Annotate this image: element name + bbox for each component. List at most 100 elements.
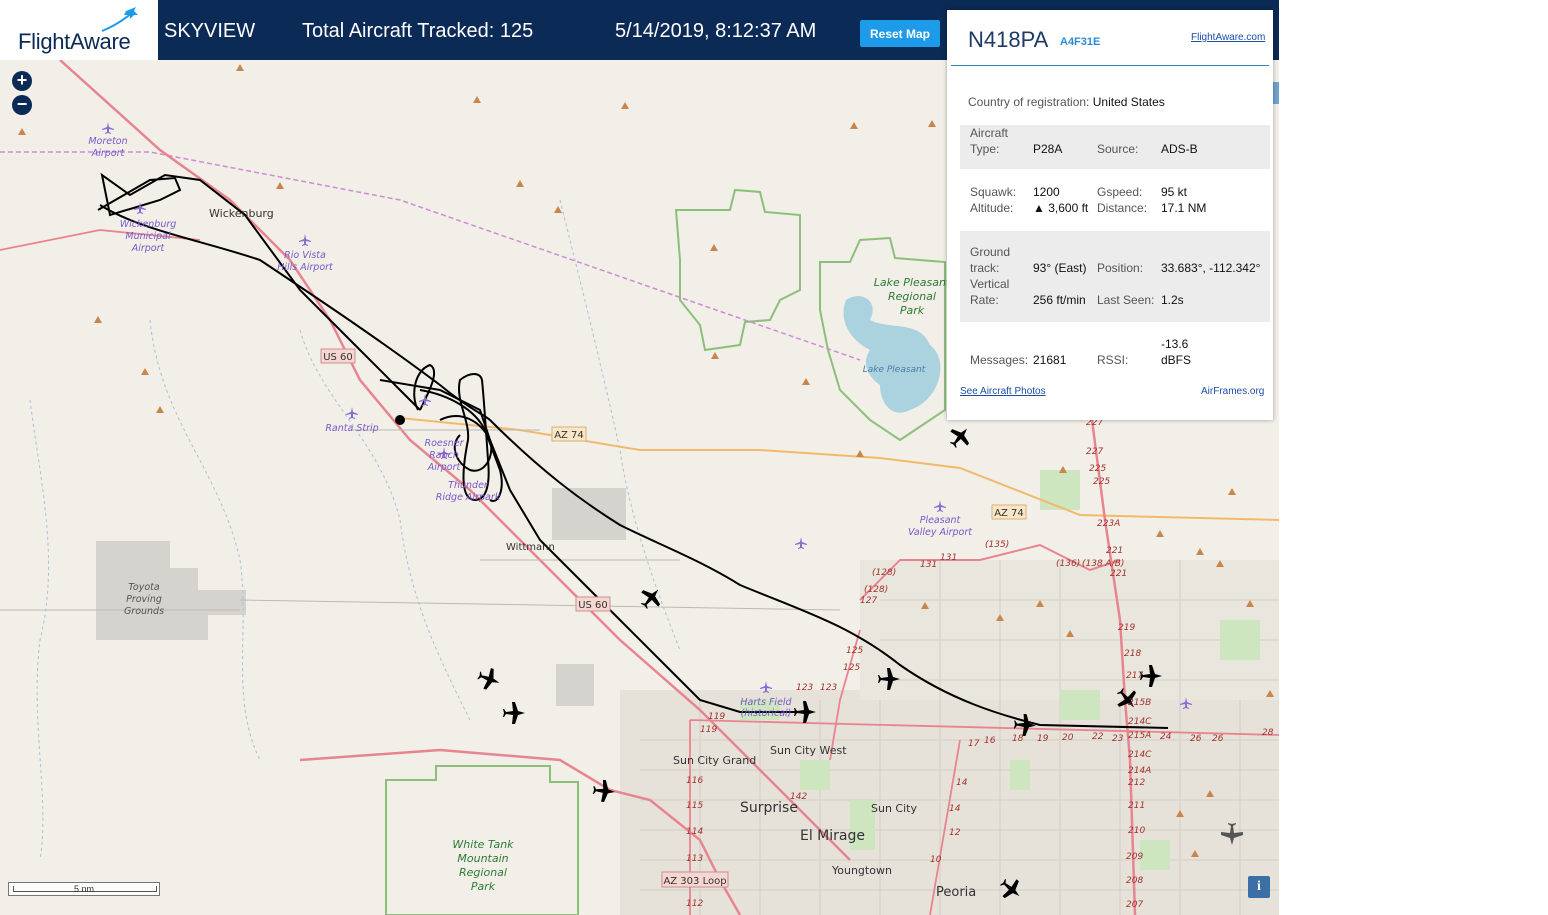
place-sun-city: Sun City: [871, 802, 917, 815]
place-wittmann: Wittmann: [506, 542, 555, 553]
svg-text:24: 24: [1160, 732, 1172, 742]
svg-text:119: 119: [708, 712, 725, 722]
scale-bar: 5 nm: [8, 882, 160, 896]
altitude-label: Altitude:: [970, 201, 1014, 215]
svg-text:119: 119: [700, 725, 717, 735]
lake-pleasant-park-label: Lake Pleasant Regional Park: [874, 276, 951, 317]
gray-parcel-area-2: [556, 664, 594, 706]
svg-text:123: 123: [796, 683, 813, 693]
aircraft-type-label-2: Type:: [970, 142, 1000, 156]
svg-text:113: 113: [686, 854, 703, 864]
ground-track-label-1: Ground: [970, 245, 1011, 259]
skyview-app: FlightAware SKYVIEW Total Aircraft Track…: [0, 0, 1279, 915]
place-el-mirage: El Mirage: [800, 828, 865, 844]
place-sun-city-west: Sun City West: [770, 744, 847, 757]
white-tank-park-label: White Tank Mountain Regional Park: [452, 838, 514, 893]
harts-field-label: Harts Field (historical): [740, 697, 792, 719]
svg-text:116: 116: [686, 776, 703, 786]
ground-track-value: 93° (East): [1033, 261, 1087, 275]
svg-text:210: 210: [1128, 826, 1145, 836]
svg-text:(136): (136): [1056, 559, 1080, 569]
last-seen-value: 1.2s: [1161, 293, 1184, 307]
rssi-value-2: dBFS: [1161, 353, 1192, 367]
distance-label: Distance:: [1097, 201, 1148, 215]
svg-text:26: 26: [1212, 734, 1224, 744]
place-surprise: Surprise: [740, 800, 798, 816]
type-section: Aircraft Type: P28A Source: ADS-B: [960, 125, 1270, 169]
ground-track-label-2: track:: [970, 261, 1000, 275]
svg-text:14: 14: [956, 778, 968, 788]
squawk-label: Squawk:: [970, 185, 1017, 199]
source-label: Source:: [1097, 142, 1139, 156]
zoom-in-button[interactable]: +: [12, 71, 32, 91]
squawk-section: Squawk: 1200 Gspeed: 95 kt Altitude: ▲ 3…: [960, 184, 1270, 224]
svg-text:26: 26: [1190, 734, 1202, 744]
pleasant-valley-label: Pleasant Valley Airport: [908, 515, 973, 538]
aircraft-type-value: P28A: [1033, 142, 1063, 156]
airport-labels: Moreton Airport Wickenburg Municipal Airpor…: [88, 136, 973, 719]
rio-vista-label: Rio Vista Hills Airport: [277, 250, 334, 273]
vertical-rate-value: 256 ft/min: [1033, 293, 1086, 307]
position-value: 33.683°, -112.342°: [1161, 261, 1261, 275]
svg-text:14: 14: [949, 804, 961, 814]
thunder-ridge-label: Thunder Ridge Airpark: [436, 480, 501, 503]
svg-text:131: 131: [940, 553, 957, 563]
svg-text:215A: 215A: [1128, 731, 1151, 741]
svg-text:208: 208: [1126, 876, 1143, 886]
vertical-rate-label-1: Vertical: [970, 277, 1010, 291]
svg-text:207: 207: [1126, 900, 1143, 910]
svg-text:16: 16: [984, 736, 996, 746]
svg-text:17: 17: [968, 739, 980, 749]
svg-text:127: 127: [860, 596, 877, 606]
svg-text:20: 20: [1062, 733, 1074, 743]
svg-text:112: 112: [686, 899, 703, 909]
app-name: SKYVIEW: [164, 20, 256, 42]
svg-text:Ranta Strip: Ranta Strip: [325, 423, 378, 434]
svg-text:(138 A/B): (138 A/B): [1082, 559, 1124, 569]
svg-text:123: 123: [820, 683, 837, 693]
svg-text:221: 221: [1106, 546, 1123, 556]
svg-text:225: 225: [1093, 477, 1110, 487]
messages-section: Messages: 21681 RSSI: -13.6 dBFS: [960, 336, 1270, 370]
total-tracked-label: Total Aircraft Tracked:: [302, 20, 495, 42]
position-label: Position:: [1097, 261, 1144, 275]
reset-map-button[interactable]: Reset Map: [860, 20, 940, 47]
panel-edge-button[interactable]: [1273, 82, 1279, 104]
svg-text:223A: 223A: [1097, 519, 1120, 529]
svg-text:225: 225: [1089, 464, 1106, 474]
source-value: ADS-B: [1161, 142, 1198, 156]
last-seen-label: Last Seen:: [1097, 293, 1155, 307]
svg-text:114: 114: [686, 827, 703, 837]
lake-pleasant-water: [843, 296, 941, 413]
wickenburg-airport-label: Wickenburg Municipal Airport: [120, 219, 177, 254]
country-row: Country of registration: United States: [968, 95, 1165, 109]
place-peoria: Peoria: [936, 885, 976, 900]
lake-pleasant-water-label: Lake Pleasant: [863, 365, 926, 375]
gspeed-value: 95 kt: [1161, 185, 1188, 199]
roesner-label: Roesner Ranch Airport: [425, 438, 465, 473]
svg-text:28: 28: [1262, 728, 1274, 738]
rssi-value-1: -13.6: [1161, 337, 1189, 351]
svg-text:125: 125: [843, 663, 860, 673]
messages-label: Messages:: [970, 353, 1029, 367]
distance-value: 17.1 NM: [1161, 201, 1207, 215]
svg-text:214C: 214C: [1128, 717, 1152, 727]
track-section: Ground track: 93° (East) Position: 33.683…: [960, 231, 1270, 322]
gspeed-label: Gspeed:: [1097, 185, 1143, 199]
svg-text:219: 219: [1118, 623, 1135, 633]
zoom-out-button[interactable]: −: [12, 95, 32, 115]
airframes-link[interactable]: AirFrames.org: [1201, 386, 1264, 397]
shield-az74-east: AZ 74: [994, 508, 1024, 519]
place-wickenburg: Wickenburg: [209, 207, 274, 220]
map-info-button[interactable]: i: [1248, 876, 1270, 898]
svg-text:23: 23: [1112, 734, 1124, 744]
aircraft-info-panel: N418PA A4F31E FlightAware.com Country of…: [947, 10, 1273, 420]
svg-text:(128): (128): [872, 568, 896, 578]
svg-text:218: 218: [1124, 649, 1141, 659]
messages-value: 21681: [1033, 353, 1067, 367]
flightaware-link[interactable]: FlightAware.com: [1191, 32, 1265, 43]
place-sun-city-grand: Sun City Grand: [673, 754, 756, 767]
aircraft-photos-link[interactable]: See Aircraft Photos: [960, 386, 1046, 397]
svg-text:227: 227: [1086, 447, 1103, 457]
flightaware-logo[interactable]: FlightAware: [0, 0, 158, 60]
